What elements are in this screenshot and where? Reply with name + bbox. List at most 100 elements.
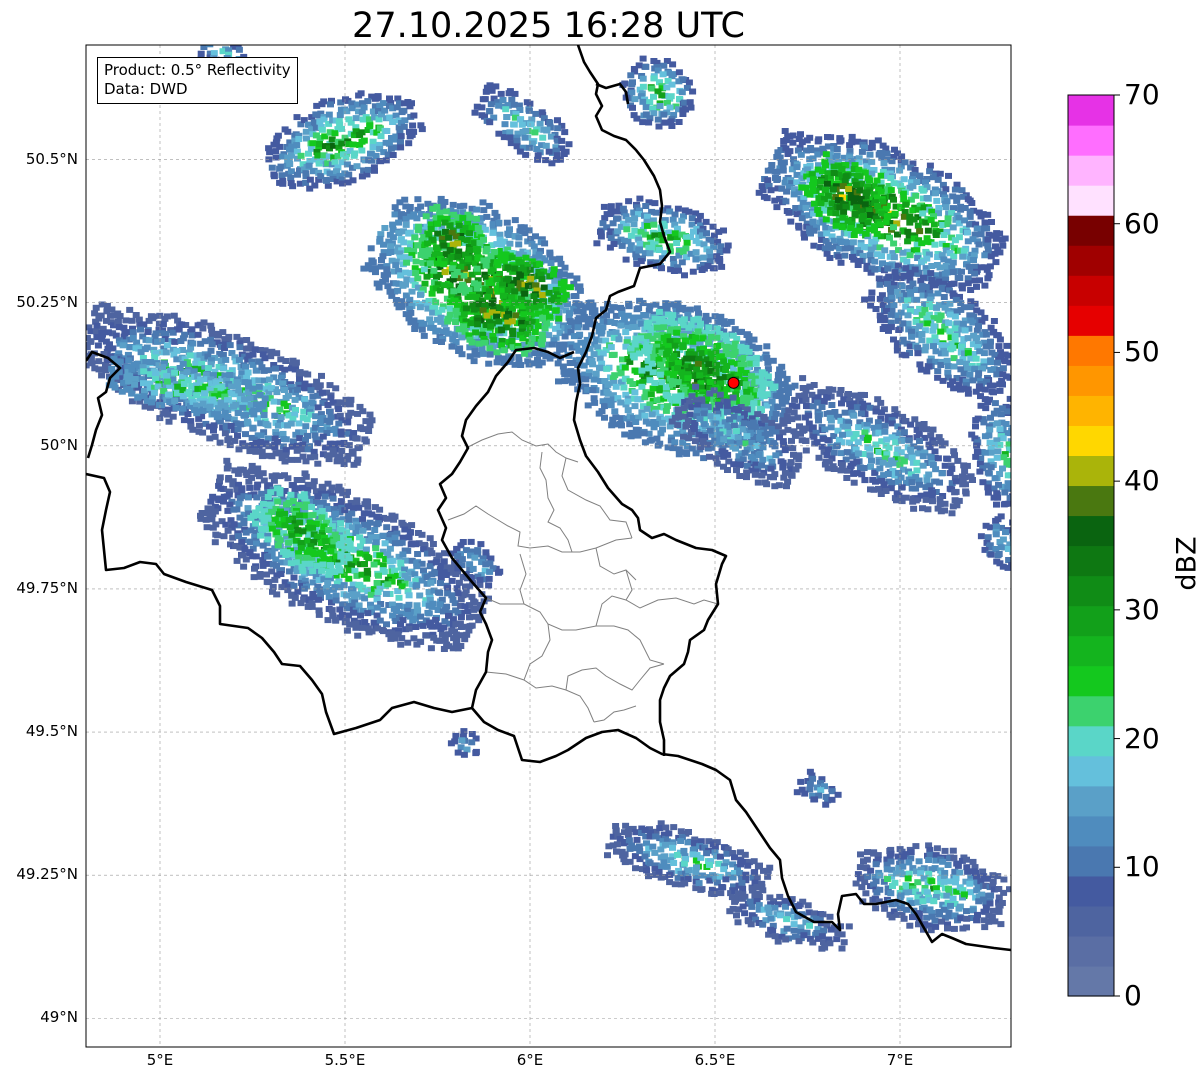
radar-echo-cell: [128, 317, 136, 324]
radar-echo-cell: [184, 411, 192, 417]
radar-echo-cell: [675, 267, 682, 274]
radar-echo-cell: [880, 160, 888, 167]
radar-echo-cell: [521, 290, 529, 297]
radar-echo-cell: [787, 218, 795, 225]
radar-echo-cell: [642, 104, 650, 111]
radar-echo-cell: [837, 450, 845, 457]
radar-echo-cell: [161, 315, 169, 322]
radar-echo-cell: [442, 228, 449, 235]
radar-echo-cell: [737, 361, 745, 368]
radar-echo-cell: [538, 341, 546, 348]
radar-echo-cell: [854, 439, 862, 446]
radar-echo-cell: [830, 163, 838, 170]
radar-echo-cell: [460, 323, 467, 330]
radar-echo-cell: [531, 329, 539, 335]
radar-echo-cell: [520, 311, 528, 318]
radar-echo-cell: [573, 308, 581, 315]
radar-echo-cell: [194, 331, 202, 338]
radar-echo-cell: [930, 221, 938, 228]
radar-echo-cell: [694, 402, 702, 409]
radar-echo-cell: [863, 437, 871, 444]
radar-echo-cell: [620, 316, 628, 322]
radar-echo-cell: [636, 240, 644, 247]
radar-echo-cell: [980, 350, 988, 357]
radar-echo-cell: [932, 190, 940, 197]
radar-echo-cell: [349, 141, 357, 148]
radar-echo-cell: [473, 285, 481, 292]
radar-echo-cell: [211, 433, 219, 440]
radar-echo-cell: [440, 282, 448, 289]
radar-echo-cell: [144, 329, 152, 335]
radar-echo-cell: [768, 419, 776, 426]
radar-echo-cell: [964, 350, 972, 357]
radar-echo-cell: [809, 218, 817, 225]
radar-echo-cell: [841, 245, 849, 252]
radar-echo-cell: [743, 474, 750, 481]
radar-echo-cell: [951, 333, 959, 339]
radar-echo-cell: [633, 306, 641, 313]
radar-echo-cell: [208, 326, 216, 333]
radar-echo-cell: [890, 224, 897, 231]
radar-echo-cell: [964, 390, 972, 397]
radar-echo-cell: [944, 215, 952, 222]
radar-echo-cell: [473, 246, 481, 253]
radar-echo-cell: [771, 483, 779, 490]
radar-echo-cell: [657, 361, 665, 368]
radar-echo-cell: [171, 338, 179, 345]
radar-echo-cell: [882, 488, 890, 494]
radar-echo-cell: [732, 445, 739, 452]
radar-echo-cell: [875, 449, 883, 455]
radar-echo-cell: [837, 259, 845, 266]
radar-echo-cell: [434, 220, 442, 227]
radar-echo-cell: [840, 209, 848, 215]
radar-echo-cell: [799, 375, 807, 382]
radar-echo-cell: [245, 345, 253, 352]
radar-echo-cell: [996, 387, 1004, 394]
radar-echo-cell: [302, 170, 310, 177]
radar-echo-cell: [210, 422, 218, 429]
radar-echo-cell: [856, 187, 864, 194]
radar-echo-cell: [675, 119, 683, 125]
radar-echo-cell: [914, 222, 922, 229]
radar-echo-cell: [634, 432, 642, 439]
radar-echo-cell: [913, 459, 921, 466]
radar-echo-cell: [517, 362, 525, 368]
radar-echo-cell: [884, 265, 892, 272]
radar-echo-cell: [410, 112, 418, 119]
radar-echo-cell: [338, 140, 346, 147]
radar-echo-cell: [173, 347, 181, 354]
radar-echo-cell: [490, 336, 498, 343]
radar-echo-cell: [951, 313, 959, 320]
radar-echo-cell: [659, 71, 667, 78]
radar-echo-cell: [887, 311, 895, 318]
radar-echo-cell: [946, 300, 954, 307]
radar-echo-cell: [552, 307, 560, 314]
radar-echo-cell: [488, 300, 496, 307]
radar-echo-cell: [987, 359, 995, 366]
radar-echo-cell: [706, 453, 713, 460]
radar-echo-cell: [773, 177, 781, 183]
radar-echo-cell: [353, 163, 361, 170]
radar-echo-cell: [841, 409, 849, 416]
radar-echo-cell: [573, 275, 581, 282]
radar-echo-cell: [627, 345, 635, 352]
radar-echo-cell: [641, 394, 649, 401]
radar-echo-cell: [696, 212, 704, 219]
radar-echo-cell: [778, 387, 785, 394]
radar-echo-cell: [266, 149, 274, 156]
radar-echo-cell: [722, 367, 730, 374]
radar-echo-cell: [855, 166, 863, 173]
radar-echo-cell: [836, 390, 844, 397]
radar-echo-cell: [683, 239, 691, 246]
radar-echo-cell: [630, 354, 638, 361]
radar-echo-cell: [137, 326, 144, 333]
radar-echo-cell: [398, 303, 406, 310]
radar-echo-cell: [941, 350, 949, 357]
radar-echo-cell: [983, 266, 991, 273]
radar-echo-cell: [772, 452, 780, 459]
radar-echo-cell: [607, 203, 615, 210]
radar-echo-cell: [981, 252, 989, 259]
radar-echo-cell: [617, 370, 625, 377]
radar-echo-cell: [763, 481, 771, 488]
radar-echo-cell: [464, 256, 472, 263]
